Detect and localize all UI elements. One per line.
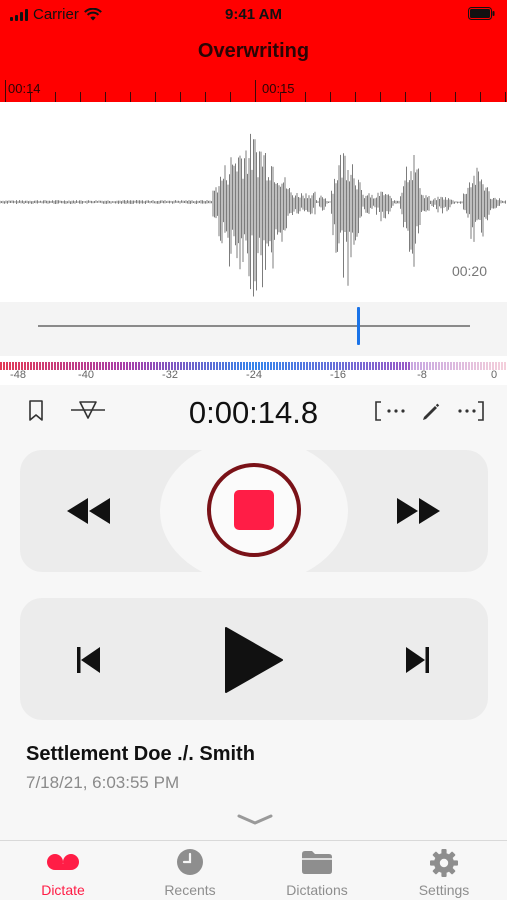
meter-label: -48 — [10, 369, 26, 381]
mode-title: Overwriting — [197, 40, 310, 62]
tab-label: Recents — [164, 882, 216, 898]
rewind-icon[interactable] — [66, 497, 112, 525]
waveform-path — [0, 133, 506, 297]
gear-icon — [430, 849, 458, 877]
tab-settings[interactable]: Settings — [381, 841, 507, 900]
skip-back-icon[interactable] — [76, 646, 102, 674]
chevron-down-icon[interactable] — [237, 813, 273, 825]
meter-label: 0 — [490, 369, 498, 381]
timeline-tick — [455, 92, 456, 102]
play-icon[interactable] — [224, 626, 284, 694]
status-bar: Carrier 9:41 AM — [0, 0, 507, 28]
timeline-tick — [30, 92, 31, 102]
meter-label: -16 — [330, 369, 346, 381]
tab-label: Settings — [418, 882, 470, 898]
timeline-tick — [330, 92, 331, 102]
timeline-tick — [180, 92, 181, 102]
tab-bar: Dictate Recents Dictations Settings — [0, 840, 507, 900]
meter-label: -40 — [78, 369, 94, 381]
meter-label: -24 — [246, 369, 262, 381]
timeline-tick — [5, 80, 6, 102]
timeline-tick — [380, 92, 381, 102]
recording-date: 7/18/21, 6:03:55 PM — [26, 773, 180, 792]
scrubber-playhead[interactable] — [357, 307, 360, 345]
timeline-label: 00:15 — [262, 81, 295, 96]
level-meter — [0, 357, 507, 370]
battery-icon — [468, 7, 495, 25]
timeline-tick — [405, 92, 406, 102]
timeline-tick — [430, 92, 431, 102]
tab-dictate[interactable]: Dictate — [0, 841, 126, 900]
waveform-graph — [0, 133, 506, 297]
stop-icon — [234, 490, 274, 530]
level-meter-scale: -48 -40 -32 -24 -16 -8 0 — [0, 369, 507, 383]
clock-icon — [177, 849, 203, 875]
fast-forward-icon[interactable] — [396, 497, 442, 525]
skip-forward-icon[interactable] — [404, 646, 430, 674]
timeline-tick — [80, 92, 81, 102]
waveform-time-label: 00:20 — [451, 263, 487, 279]
scrubber-track[interactable] — [38, 325, 470, 327]
timeline-tick — [230, 92, 231, 102]
insert-end-icon[interactable] — [456, 400, 486, 422]
timeline-label: 00:14 — [8, 81, 41, 96]
waveform-view[interactable] — [0, 102, 507, 302]
timeline-tick — [255, 80, 256, 102]
timeline-tick — [305, 92, 306, 102]
timeline-tick — [355, 92, 356, 102]
tab-label: Dictations — [286, 882, 348, 898]
recording-header: Carrier 9:41 AM Overwriting 00:14 00:15 — [0, 0, 507, 102]
timeline-tick — [205, 92, 206, 102]
timeline-tick — [280, 92, 281, 102]
timeline-tick — [480, 92, 481, 102]
scrubber-area[interactable] — [0, 302, 507, 356]
status-time: 9:41 AM — [225, 6, 282, 23]
tab-dictations[interactable]: Dictations — [254, 841, 380, 900]
timeline-tick — [155, 92, 156, 102]
insert-start-icon[interactable] — [374, 400, 408, 422]
dictate-icon — [47, 854, 79, 870]
tab-recents[interactable]: Recents — [127, 841, 253, 900]
timeline-tick — [55, 92, 56, 102]
edit-icon[interactable] — [420, 400, 440, 422]
timeline-tick — [130, 92, 131, 102]
tab-label: Dictate — [41, 882, 85, 898]
meter-label: -8 — [417, 369, 427, 381]
recording-title[interactable]: Settlement Doe ./. Smith — [26, 743, 255, 766]
folder-icon — [302, 851, 332, 874]
meter-label: -32 — [162, 369, 178, 381]
timeline-tick — [505, 92, 506, 102]
timeline-tick — [105, 92, 106, 102]
